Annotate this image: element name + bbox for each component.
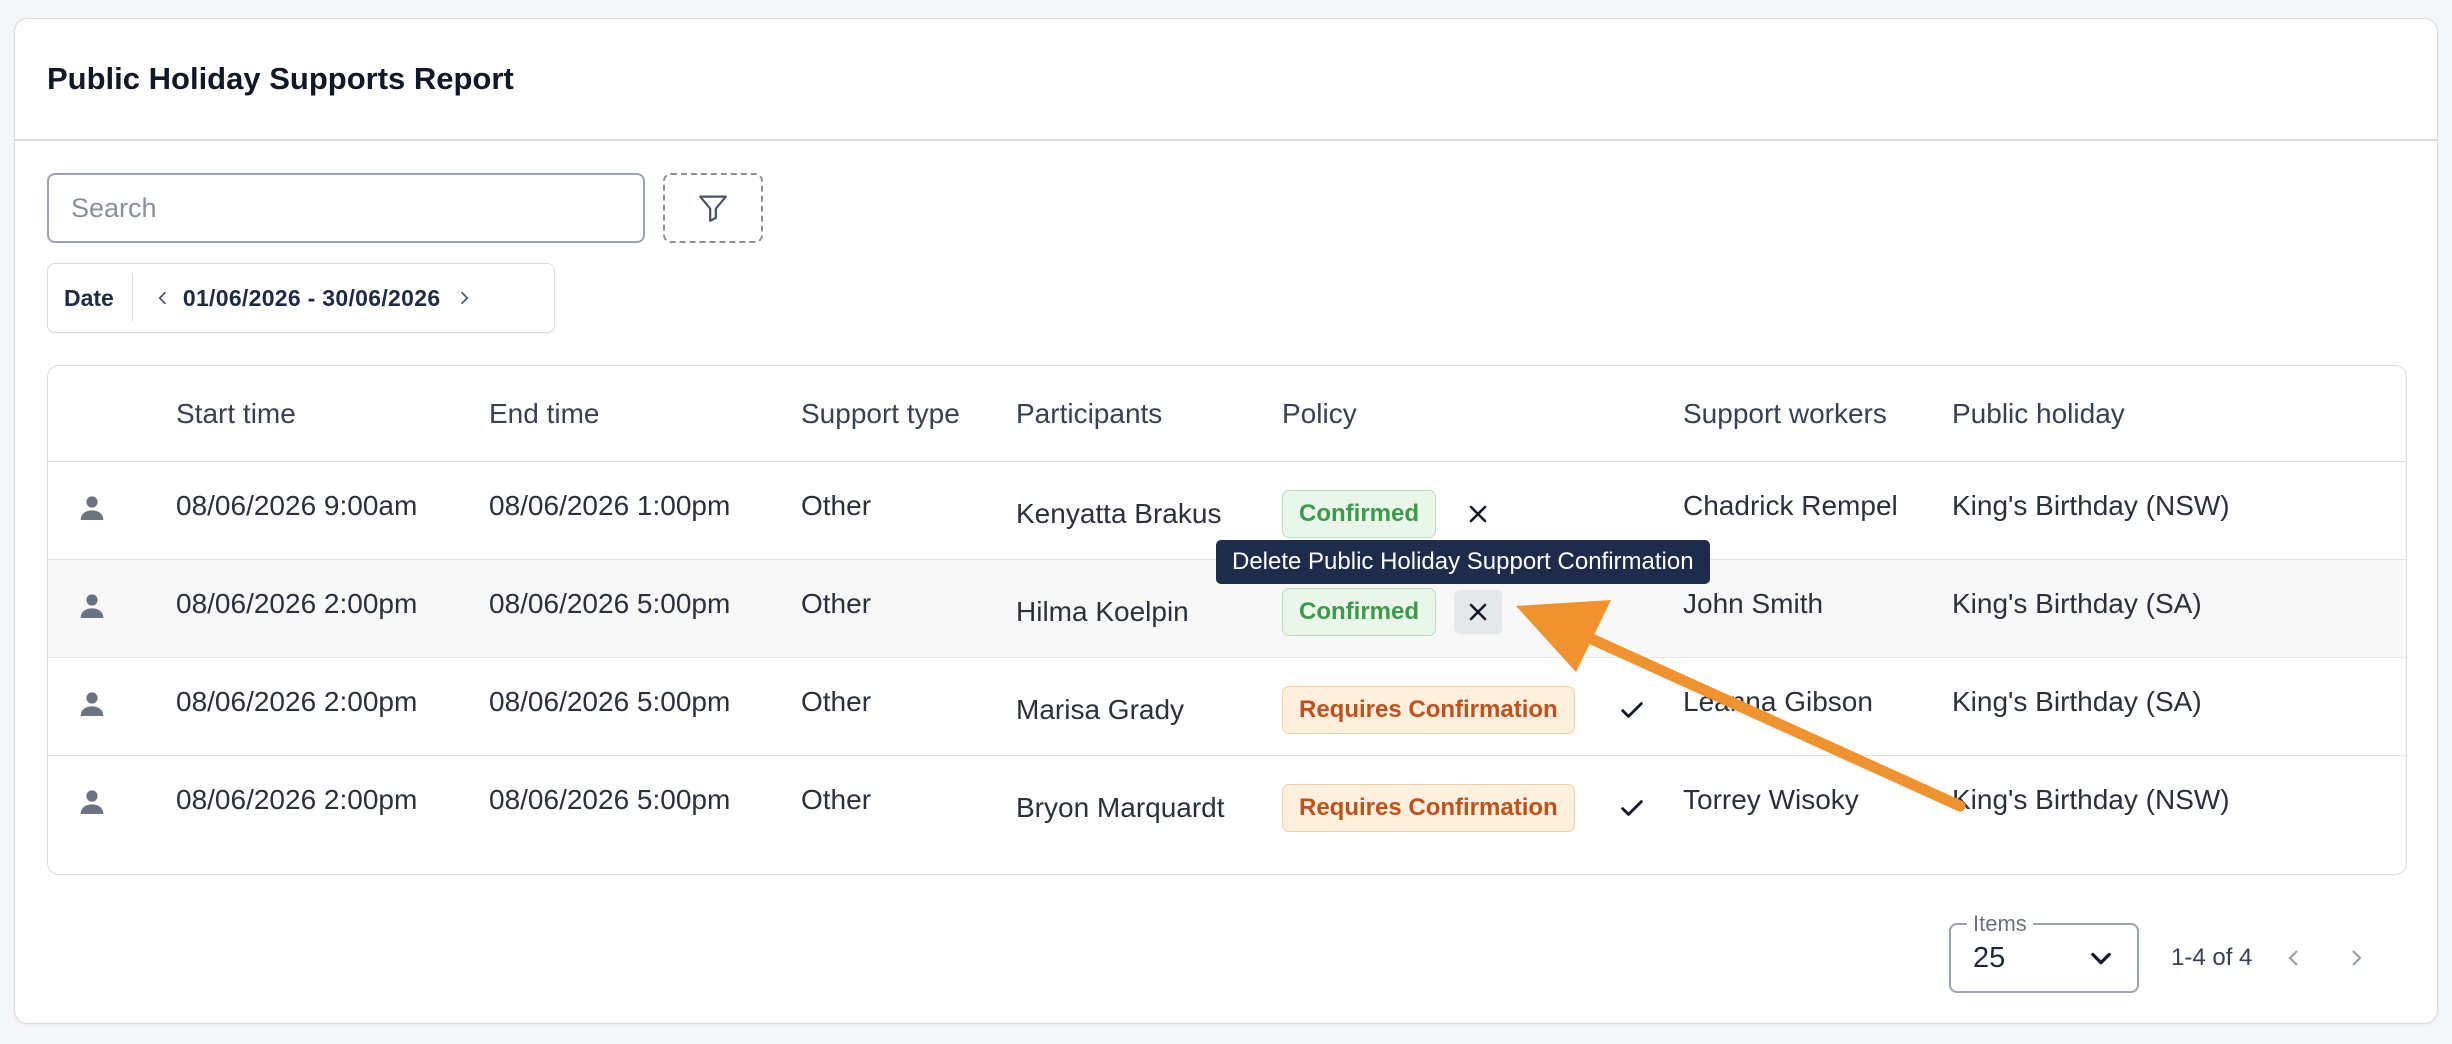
check-icon <box>1621 702 1643 718</box>
confirm-button[interactable] <box>1608 786 1656 830</box>
chevron-left-icon <box>158 291 166 305</box>
start-time-cell: 08/06/2026 9:00am <box>176 490 418 521</box>
person-icon <box>80 790 104 814</box>
items-per-page-label: Items <box>1967 911 2033 937</box>
column-header-start-time[interactable]: Start time <box>176 398 296 430</box>
person-icon <box>80 692 104 716</box>
public-holiday-cell: King's Birthday (SA) <box>1952 588 2202 619</box>
date-filter-label: Date <box>48 275 133 321</box>
person-icon <box>80 594 104 618</box>
start-time-cell: 08/06/2026 2:00pm <box>176 588 418 619</box>
support-worker-cell: Chadrick Rempel <box>1683 490 1898 521</box>
delete-confirmation-button[interactable] <box>1454 492 1502 536</box>
chevron-right-icon <box>2352 950 2362 966</box>
date-filter: Date 01/06/2026 - 30/06/2026 <box>47 263 555 333</box>
end-time-cell: 08/06/2026 5:00pm <box>489 686 731 717</box>
close-icon <box>1469 603 1487 621</box>
date-range[interactable]: 01/06/2026 - 30/06/2026 <box>183 285 441 312</box>
items-per-page-select[interactable]: Items 25 <box>1949 911 2139 993</box>
participant-cell: Hilma Koelpin <box>1016 596 1189 627</box>
pagination: Items 25 1-4 of 4 <box>1949 911 2376 993</box>
column-header-end-time[interactable]: End time <box>489 398 600 430</box>
support-worker-cell: John Smith <box>1683 588 1824 619</box>
chevron-left-icon <box>2288 950 2299 966</box>
support-worker-cell: Leanna Gibson <box>1683 686 1873 717</box>
items-per-page-value: 25 <box>1973 941 2006 974</box>
chevron-right-icon <box>461 291 469 305</box>
participant-cell: Kenyatta Brakus <box>1016 498 1222 529</box>
chevron-down-icon <box>2091 952 2111 965</box>
toolbar <box>47 173 763 243</box>
table-header: Start time End time Support type Partici… <box>48 366 2406 462</box>
filter-button[interactable] <box>663 173 763 243</box>
public-holiday-cell: King's Birthday (SA) <box>1952 686 2202 717</box>
delete-confirmation-button[interactable] <box>1454 590 1502 634</box>
table-row[interactable]: 08/06/2026 2:00pm 08/06/2026 5:00pm Othe… <box>48 658 2406 756</box>
delete-confirmation-tooltip: Delete Public Holiday Support Confirmati… <box>1216 540 1710 584</box>
date-next-button[interactable] <box>444 275 484 321</box>
column-header-support-workers[interactable]: Support workers <box>1683 398 1887 430</box>
public-holiday-cell: King's Birthday (NSW) <box>1952 784 2230 815</box>
support-type-cell: Other <box>801 686 872 717</box>
filter-icon <box>699 195 727 222</box>
search-input[interactable] <box>47 173 645 243</box>
table-row[interactable]: 08/06/2026 2:00pm 08/06/2026 5:00pm Othe… <box>48 756 2406 854</box>
status-badge: Requires Confirmation <box>1282 686 1575 734</box>
card-header: Public Holiday Supports Report <box>15 19 2437 141</box>
next-page-button[interactable] <box>2336 938 2376 978</box>
date-prev-button[interactable] <box>143 275 183 321</box>
participant-cell: Bryon Marquardt <box>1016 792 1225 823</box>
status-badge: Confirmed <box>1282 588 1436 636</box>
person-icon <box>80 496 104 520</box>
start-time-cell: 08/06/2026 2:00pm <box>176 686 418 717</box>
check-icon <box>1621 800 1643 816</box>
column-header-participants[interactable]: Participants <box>1016 398 1162 430</box>
start-time-cell: 08/06/2026 2:00pm <box>176 784 418 815</box>
participant-cell: Marisa Grady <box>1016 694 1185 725</box>
pagination-range: 1-4 of 4 <box>2171 944 2253 971</box>
end-time-cell: 08/06/2026 1:00pm <box>489 490 731 521</box>
public-holiday-cell: King's Birthday (NSW) <box>1952 490 2230 521</box>
previous-page-button[interactable] <box>2274 938 2314 978</box>
close-icon <box>1469 505 1487 523</box>
status-badge: Requires Confirmation <box>1282 784 1575 832</box>
page-title: Public Holiday Supports Report <box>47 61 514 96</box>
report-card: Public Holiday Supports Report Date 01/0… <box>14 18 2438 1024</box>
support-type-cell: Other <box>801 784 872 815</box>
support-type-cell: Other <box>801 490 872 521</box>
column-header-policy[interactable]: Policy <box>1282 398 1357 430</box>
status-badge: Confirmed <box>1282 490 1436 538</box>
column-header-support-type[interactable]: Support type <box>801 398 960 430</box>
support-worker-cell: Torrey Wisoky <box>1683 784 1859 815</box>
column-header-public-holiday[interactable]: Public holiday <box>1952 398 2125 430</box>
confirm-button[interactable] <box>1608 688 1656 732</box>
support-type-cell: Other <box>801 588 872 619</box>
end-time-cell: 08/06/2026 5:00pm <box>489 784 731 815</box>
end-time-cell: 08/06/2026 5:00pm <box>489 588 731 619</box>
supports-table: Start time End time Support type Partici… <box>47 365 2407 875</box>
